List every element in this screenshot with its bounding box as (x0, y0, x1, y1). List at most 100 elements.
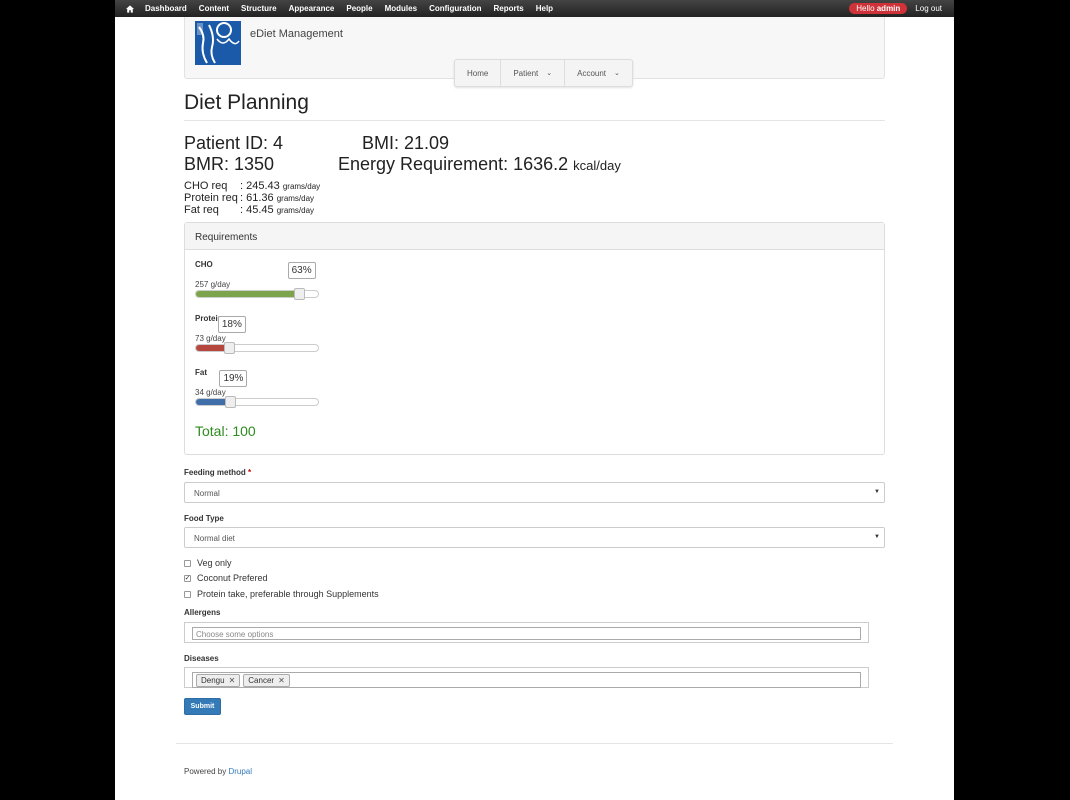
caret-down-icon: ▼ (874, 534, 880, 540)
slider-handle[interactable] (225, 396, 237, 408)
checkbox-box[interactable] (184, 590, 191, 598)
page-title: Diet Planning (184, 91, 309, 114)
hello-prefix: Hello (856, 4, 877, 13)
username: admin (876, 4, 901, 13)
feeding-method-select[interactable]: Normal ▼ (184, 482, 885, 503)
patient-id: Patient ID: 4 (184, 133, 284, 153)
logout-link[interactable]: Log out (915, 4, 942, 13)
checkbox-box[interactable] (184, 559, 191, 567)
food-type-value: Normal diet (194, 534, 235, 543)
chevron-down-icon: ⌄ (614, 70, 620, 77)
slider-fat: Fat 34 g/day 19% (195, 368, 319, 408)
req-unit: grams/day (276, 194, 315, 203)
req-value: : 45.45 (240, 204, 274, 216)
footer-divider (176, 743, 893, 744)
toolbar-configuration[interactable]: Configuration (423, 4, 487, 13)
diseases-label: Diseases (184, 654, 219, 663)
title-divider (184, 120, 885, 121)
req-unit: grams/day (282, 182, 321, 191)
nav-patient-label: Patient (513, 68, 539, 78)
protein-supplements-checkbox[interactable]: Protein take, preferable through Supplem… (184, 589, 379, 599)
slider-handle[interactable] (293, 288, 305, 300)
page: eDiet Management Home Patient ⌄ Account ⌄ … (115, 17, 954, 800)
site-logo[interactable] (195, 21, 241, 65)
feeding-method-label: Feeding method * (184, 468, 251, 477)
slider-track[interactable] (195, 396, 319, 408)
nav-home-label: Home (467, 68, 489, 78)
feeding-method-label-text: Feeding method (184, 468, 246, 477)
toolbar-dashboard[interactable]: Dashboard (139, 4, 193, 13)
tag-label: Dengu (201, 675, 225, 685)
bmr-value: BMR: 1350 (184, 154, 275, 174)
slider-handle[interactable] (223, 342, 235, 354)
chevron-down-icon: ⌄ (546, 70, 553, 77)
slider-track[interactable] (195, 342, 319, 354)
footer: Powered by Drupal (184, 767, 252, 776)
caret-down-icon: ▼ (874, 489, 880, 495)
toolbar-help[interactable]: Help (530, 4, 559, 13)
required-mark: * (248, 468, 252, 477)
footer-prefix: Powered by (184, 767, 229, 776)
panel-title: Requirements (185, 223, 884, 250)
slider-label: Fat (195, 368, 207, 377)
slider-track[interactable] (195, 288, 319, 300)
req-key: Fat req (184, 204, 219, 216)
close-icon[interactable]: ✕ (229, 676, 236, 685)
slider-tooltip: 63% (287, 262, 316, 279)
req-key: Protein req (184, 192, 238, 204)
energy-unit: kcal/day (573, 158, 621, 173)
diseases-multiselect[interactable]: Dengu ✕ Cancer ✕ (184, 667, 869, 688)
site-name[interactable]: eDiet Management (250, 28, 343, 40)
close-icon[interactable]: ✕ (278, 676, 285, 685)
diseases-input[interactable]: Dengu ✕ Cancer ✕ (192, 672, 861, 688)
slider-cho: CHO 257 g/day 63% (195, 260, 319, 300)
slider-amount: 73 g/day (195, 334, 226, 343)
energy-value: Energy Requirement: 1636.2 (338, 154, 569, 174)
nav-home[interactable]: Home (455, 60, 502, 86)
slider-protein: Protein 73 g/day 18% (195, 314, 319, 354)
checkbox-label: Veg only (197, 558, 232, 568)
disease-tag: Dengu ✕ (196, 673, 241, 687)
tag-label: Cancer (248, 675, 275, 685)
slider-amount: 257 g/day (195, 280, 231, 289)
req-value: : 61.36 (240, 192, 274, 204)
bmi-value: BMI: 21.09 (362, 133, 450, 153)
site-header: eDiet Management Home Patient ⌄ Account ⌄ (184, 17, 885, 87)
allergens-multiselect[interactable]: Choose some options (184, 622, 869, 643)
user-badge[interactable]: Hello admin (849, 3, 908, 14)
slider-fill (196, 291, 299, 297)
veg-only-checkbox[interactable]: Veg only (184, 558, 232, 568)
slider-label: Protein (195, 314, 223, 323)
coconut-checkbox[interactable]: ✓ Coconut Prefered (184, 573, 268, 583)
req-key: CHO req (184, 180, 228, 192)
main-nav: Home Patient ⌄ Account ⌄ (454, 59, 633, 87)
submit-button[interactable]: Submit (184, 698, 221, 715)
nav-patient[interactable]: Patient ⌄ (501, 60, 566, 86)
toolbar-people[interactable]: People (340, 4, 378, 13)
slider-tooltip: 18% (217, 316, 246, 333)
toolbar-content[interactable]: Content (193, 4, 235, 13)
slider-tooltip: 19% (219, 370, 248, 387)
disease-tag: Cancer ✕ (243, 673, 290, 687)
allergens-label: Allergens (184, 608, 221, 617)
allergens-input[interactable]: Choose some options (192, 627, 861, 640)
fat-req: Fat req : 45.45 grams/day (184, 204, 314, 217)
toolbar-appearance[interactable]: Appearance (283, 4, 341, 13)
home-icon[interactable] (121, 0, 139, 17)
toolbar-reports[interactable]: Reports (488, 4, 530, 13)
toolbar-modules[interactable]: Modules (379, 4, 423, 13)
slider-amount: 34 g/day (195, 388, 226, 397)
req-unit: grams/day (276, 206, 315, 215)
nav-account[interactable]: Account ⌄ (565, 60, 632, 86)
checkbox-box[interactable]: ✓ (184, 574, 191, 582)
food-type-label: Food Type (184, 514, 224, 523)
drupal-link[interactable]: Drupal (228, 767, 252, 776)
total-value: Total: 100 (195, 423, 256, 439)
toolbar-structure[interactable]: Structure (235, 4, 283, 13)
food-type-select[interactable]: Normal diet ▼ (184, 527, 885, 548)
checkbox-label: Coconut Prefered (197, 573, 268, 583)
requirements-panel: Requirements CHO 257 g/day 63% Protein 7… (184, 222, 885, 455)
energy-requirement: Energy Requirement: 1636.2 kcal/day (338, 154, 621, 175)
admin-toolbar: Dashboard Content Structure Appearance P… (115, 0, 954, 17)
nav-account-label: Account (577, 68, 607, 78)
